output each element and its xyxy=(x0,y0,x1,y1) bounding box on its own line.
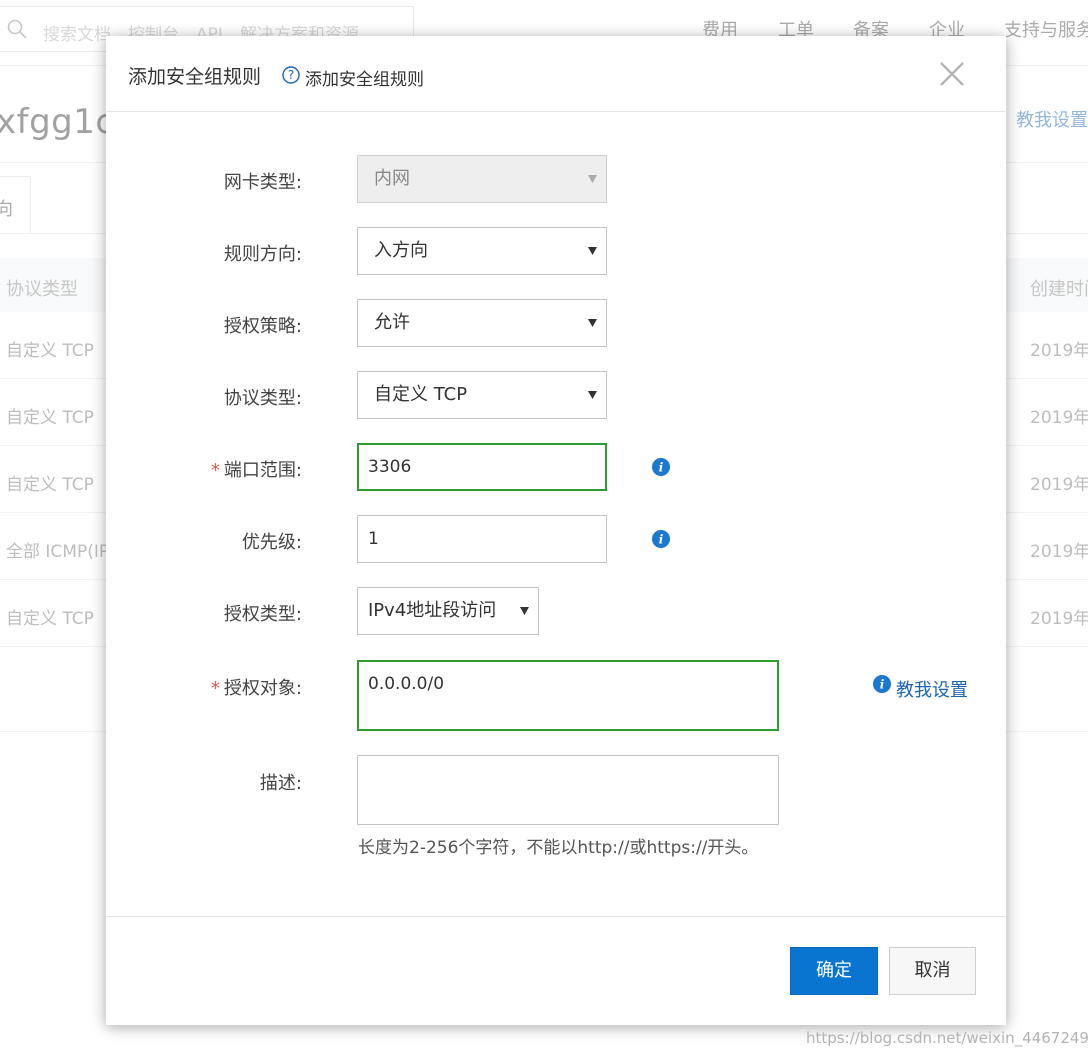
priority-input[interactable]: 1 xyxy=(357,515,607,563)
description-label: 描述: xyxy=(259,773,302,794)
svg-text:i: i xyxy=(880,678,885,692)
protocol-select[interactable]: 自定义 TCP xyxy=(357,371,607,419)
watermark: https://blog.csdn.net/weixin_44672495 xyxy=(806,1029,1088,1047)
required-mark: * xyxy=(210,678,220,699)
help-icon[interactable]: ? xyxy=(282,66,300,84)
direction-select[interactable]: 入方向 xyxy=(357,227,607,275)
cancel-button[interactable]: 取消 xyxy=(889,947,976,995)
info-icon[interactable]: i xyxy=(652,530,670,548)
add-security-rule-dialog: 添加安全组规则 ? 添加安全组规则 网卡类型: 内网 规则方向: 入方向 授权策… xyxy=(106,36,1006,1025)
auth-object-label: * 授权对象: xyxy=(210,678,302,699)
auth-type-label: 授权类型: xyxy=(223,604,302,625)
required-mark: * xyxy=(210,460,220,481)
nic-type-select: 内网 xyxy=(357,155,607,203)
chevron-down-icon xyxy=(588,247,597,255)
help-link[interactable]: 添加安全组规则 xyxy=(305,65,424,90)
chevron-down-icon xyxy=(588,175,597,183)
port-range-label: * 端口范围: xyxy=(210,460,302,481)
close-icon[interactable] xyxy=(938,60,966,88)
chevron-down-icon xyxy=(588,391,597,399)
teach-me-link[interactable]: 教我设置 xyxy=(896,676,968,702)
policy-label: 授权策略: xyxy=(223,316,302,337)
dialog-header: 添加安全组规则 ? 添加安全组规则 xyxy=(106,36,1006,112)
description-hint: 长度为2-256个字符，不能以http://或https://开头。 xyxy=(358,838,759,858)
svg-text:i: i xyxy=(659,533,664,547)
footer-divider xyxy=(106,916,1006,917)
auth-object-textarea[interactable]: 0.0.0.0/0 xyxy=(357,660,779,731)
auth-type-select[interactable]: IPv4地址段访问 xyxy=(357,587,539,635)
policy-select[interactable]: 允许 xyxy=(357,299,607,347)
port-range-input[interactable]: 3306 xyxy=(357,443,607,491)
description-textarea[interactable] xyxy=(357,755,779,825)
direction-label: 规则方向: xyxy=(223,244,302,265)
svg-text:i: i xyxy=(659,461,664,475)
chevron-down-icon xyxy=(588,319,597,327)
svg-text:?: ? xyxy=(288,68,294,82)
info-icon[interactable]: i xyxy=(873,675,891,693)
chevron-down-icon xyxy=(520,607,529,615)
protocol-label: 协议类型: xyxy=(223,388,302,409)
info-icon[interactable]: i xyxy=(652,458,670,476)
priority-label: 优先级: xyxy=(241,532,302,553)
dialog-title: 添加安全组规则 xyxy=(128,66,262,88)
nic-type-label: 网卡类型: xyxy=(223,172,302,193)
confirm-button[interactable]: 确定 xyxy=(790,947,878,995)
